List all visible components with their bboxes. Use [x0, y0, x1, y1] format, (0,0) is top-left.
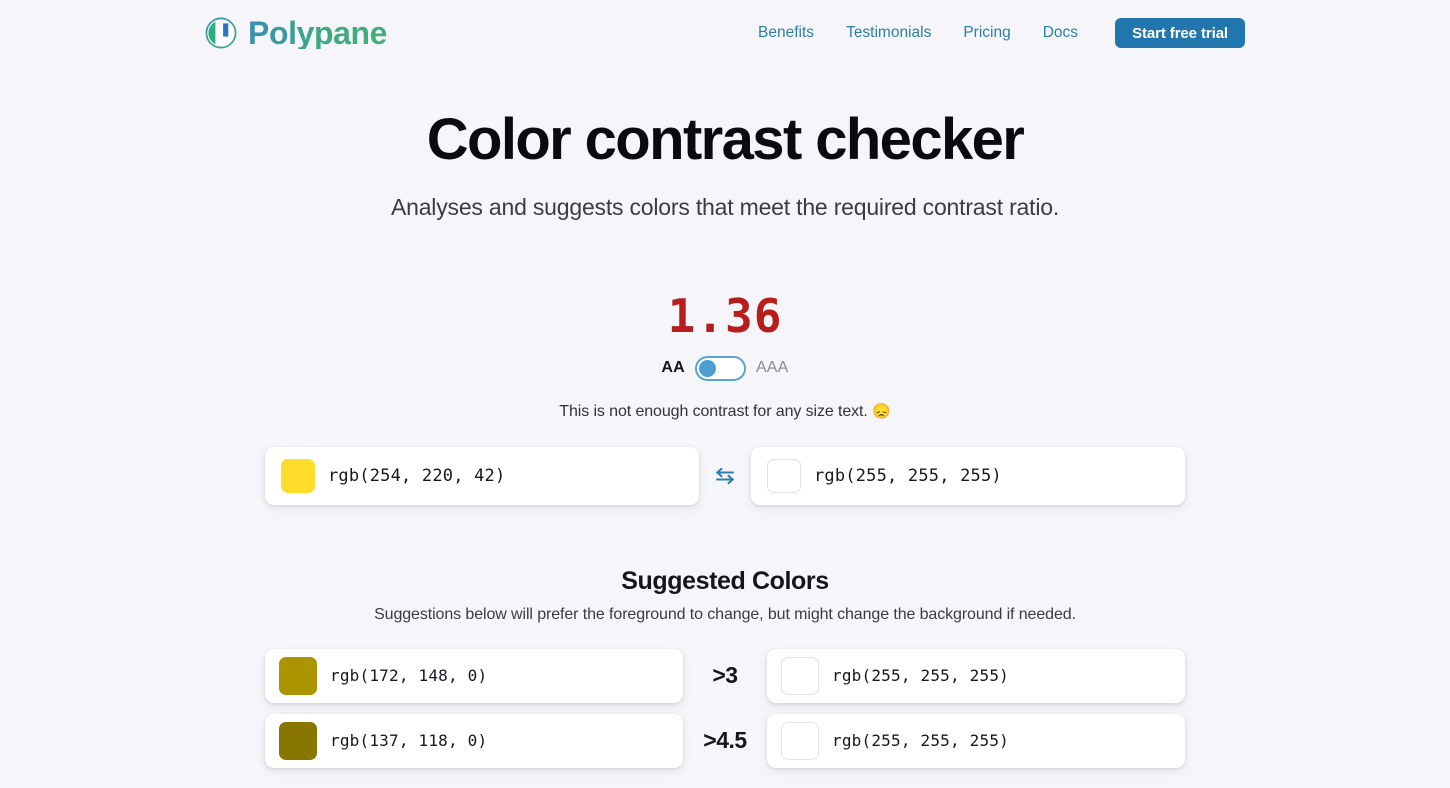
color-pair-row: rgb(254, 220, 42) rgb(255, 255, 255): [0, 447, 1450, 505]
contrast-verdict-text: This is not enough contrast for any size…: [0, 402, 1450, 421]
suggestion-background-swatch[interactable]: [781, 657, 819, 695]
page-title: Color contrast checker: [0, 108, 1450, 173]
background-color-value: rgb(255, 255, 255): [814, 466, 1002, 486]
background-color-field[interactable]: rgb(255, 255, 255): [751, 447, 1185, 505]
suggestion-background-swatch[interactable]: [781, 722, 819, 760]
aa-aaa-toggle-switch[interactable]: [695, 356, 746, 381]
level-label-aaa: AAA: [756, 359, 789, 377]
contrast-result-section: 1.36 AA AAA This is not enough contrast …: [0, 293, 1450, 505]
toggle-knob: [699, 360, 716, 377]
suggested-colors-section: Suggested Colors Suggestions below will …: [0, 567, 1450, 768]
suggestion-foreground-field[interactable]: rgb(137, 118, 0): [265, 714, 683, 768]
suggested-colors-title: Suggested Colors: [0, 567, 1450, 596]
suggestion-background-field[interactable]: rgb(255, 255, 255): [767, 649, 1185, 703]
nav-link-testimonials[interactable]: Testimonials: [846, 24, 931, 42]
suggestion-background-value: rgb(255, 255, 255): [832, 731, 1009, 750]
swap-colors-button[interactable]: [699, 454, 751, 498]
contrast-ratio-value: 1.36: [0, 293, 1450, 339]
disappointed-face-emoji-icon: 😞: [872, 403, 891, 420]
verdict-message: This is not enough contrast for any size…: [559, 403, 867, 420]
suggestion-foreground-swatch[interactable]: [279, 722, 317, 760]
suggestion-foreground-value: rgb(172, 148, 0): [330, 666, 487, 685]
suggestion-foreground-field[interactable]: rgb(172, 148, 0): [265, 649, 683, 703]
suggestion-row: rgb(137, 118, 0) >4.5 rgb(255, 255, 255): [0, 714, 1450, 768]
site-header: Polypane Benefits Testimonials Pricing D…: [0, 0, 1450, 66]
background-color-swatch[interactable]: [767, 459, 801, 493]
brand-name: Polypane: [248, 17, 387, 49]
level-label-aa: AA: [661, 359, 685, 377]
conformance-level-toggle-row: AA AAA: [0, 356, 1450, 381]
page-subtitle: Analyses and suggests colors that meet t…: [0, 194, 1450, 221]
suggestion-background-value: rgb(255, 255, 255): [832, 666, 1009, 685]
foreground-color-swatch[interactable]: [281, 459, 315, 493]
suggestion-foreground-value: rgb(137, 118, 0): [330, 731, 487, 750]
suggestion-list: rgb(172, 148, 0) >3 rgb(255, 255, 255) r…: [0, 649, 1450, 768]
suggestion-foreground-swatch[interactable]: [279, 657, 317, 695]
nav-link-pricing[interactable]: Pricing: [963, 24, 1010, 42]
hero-section: Color contrast checker Analyses and sugg…: [0, 66, 1450, 221]
swap-arrows-icon: [713, 466, 737, 486]
foreground-color-value: rgb(254, 220, 42): [328, 466, 505, 486]
suggestion-threshold-label: >3: [683, 662, 767, 689]
brand-logo-link[interactable]: Polypane: [205, 17, 387, 49]
nav-link-docs[interactable]: Docs: [1043, 24, 1078, 42]
suggestion-threshold-label: >4.5: [683, 727, 767, 754]
suggestion-background-field[interactable]: rgb(255, 255, 255): [767, 714, 1185, 768]
suggested-colors-note: Suggestions below will prefer the foregr…: [0, 606, 1450, 624]
nav-link-benefits[interactable]: Benefits: [758, 24, 814, 42]
polypane-panes-logo-icon: [205, 17, 237, 49]
foreground-color-field[interactable]: rgb(254, 220, 42): [265, 447, 699, 505]
suggestion-row: rgb(172, 148, 0) >3 rgb(255, 255, 255): [0, 649, 1450, 703]
start-free-trial-button[interactable]: Start free trial: [1115, 18, 1245, 48]
main-navigation: Benefits Testimonials Pricing Docs Start…: [758, 18, 1245, 48]
